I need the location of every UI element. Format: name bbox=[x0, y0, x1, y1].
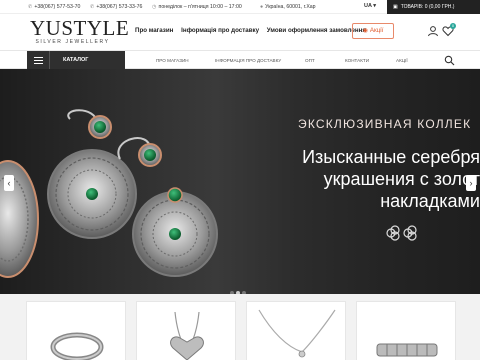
user-icon[interactable] bbox=[427, 25, 439, 37]
address: ● Україна, 60001, г.Хар bbox=[260, 4, 316, 10]
chevron-right-icon: › bbox=[469, 178, 473, 188]
menu-icon bbox=[34, 57, 43, 64]
language-selector[interactable]: UA ▾ bbox=[364, 3, 376, 9]
promo-icon: ◉ bbox=[362, 27, 369, 34]
cart-summary[interactable]: ▣ ТОВАРІВ: 0 (0,00 ГРН.) bbox=[387, 0, 480, 14]
chevron-down-icon: ▾ bbox=[373, 3, 377, 9]
product-card[interactable] bbox=[136, 301, 236, 360]
promo-button[interactable]: ◉ Акції bbox=[352, 23, 394, 39]
bag-icon: ▣ bbox=[393, 4, 398, 10]
working-hours: ◷ понеділок – п'ятниця 10:00 – 17:00 bbox=[152, 4, 242, 10]
slider-prev-button[interactable]: ‹ bbox=[4, 175, 14, 191]
phone-2[interactable]: ✆ +38(067) 573-33-76 bbox=[90, 4, 142, 10]
product-cards bbox=[0, 294, 480, 360]
nav-delivery[interactable]: Інформація про доставку bbox=[181, 27, 259, 34]
knot-ornament-icon bbox=[386, 225, 417, 241]
location-icon: ● bbox=[260, 4, 264, 10]
subnav-delivery[interactable]: ІНФОРМАЦІЯ ПРО ДОСТАВКУ bbox=[215, 58, 281, 63]
chevron-left-icon: ‹ bbox=[7, 178, 11, 188]
heart-pendant-image bbox=[170, 311, 204, 360]
hero-banner[interactable]: ЭКСКЛЮЗИВНАЯ КОЛЛЕК Изысканные серебря у… bbox=[0, 69, 480, 294]
clock-icon: ◷ bbox=[152, 4, 157, 10]
search-icon[interactable] bbox=[444, 55, 455, 66]
divider bbox=[49, 51, 50, 70]
top-info-bar: ✆ +38(067) 577-53-70 ✆ +38(067) 573-33-76 … bbox=[0, 0, 480, 14]
logo[interactable]: YUSTYLE SILVER JEWELLERY bbox=[30, 18, 129, 46]
product-card[interactable] bbox=[26, 301, 126, 360]
subnav-promos[interactable]: АКЦІЇ bbox=[396, 58, 408, 63]
hero-title: Изысканные серебря украшения с золот нак… bbox=[302, 147, 480, 211]
wishlist-count-badge: 0 bbox=[450, 23, 456, 29]
earrings-image bbox=[0, 109, 218, 278]
bracelet-image bbox=[376, 343, 438, 357]
necklace-image bbox=[258, 309, 336, 358]
ring-image bbox=[50, 332, 104, 360]
slider-dots bbox=[230, 282, 248, 294]
category-nav: КАТАЛОГ ПРО МАГАЗИН ІНФОРМАЦІЯ ПРО ДОСТА… bbox=[0, 50, 480, 70]
subnav-wholesale[interactable]: ОПТ bbox=[305, 58, 315, 63]
subnav-contacts[interactable]: КОНТАКТИ bbox=[345, 58, 369, 63]
product-card[interactable] bbox=[356, 301, 456, 360]
nav-about[interactable]: Про магазин bbox=[135, 27, 173, 34]
slider-next-button[interactable]: › bbox=[466, 175, 476, 191]
product-card[interactable] bbox=[246, 301, 346, 360]
main-nav: Про магазин Інформація про доставку Умов… bbox=[135, 27, 372, 34]
catalog-button[interactable]: КАТАЛОГ bbox=[27, 51, 125, 70]
site-header: YUSTYLE SILVER JEWELLERY Про магазин Інф… bbox=[0, 14, 480, 50]
hero-tagline: ЭКСКЛЮЗИВНАЯ КОЛЛЕК bbox=[298, 117, 472, 131]
phone-1[interactable]: ✆ +38(067) 577-53-70 bbox=[28, 4, 80, 10]
phone-icon: ✆ bbox=[28, 4, 33, 10]
subnav-about[interactable]: ПРО МАГАЗИН bbox=[156, 58, 189, 63]
phone-icon: ✆ bbox=[90, 4, 95, 10]
